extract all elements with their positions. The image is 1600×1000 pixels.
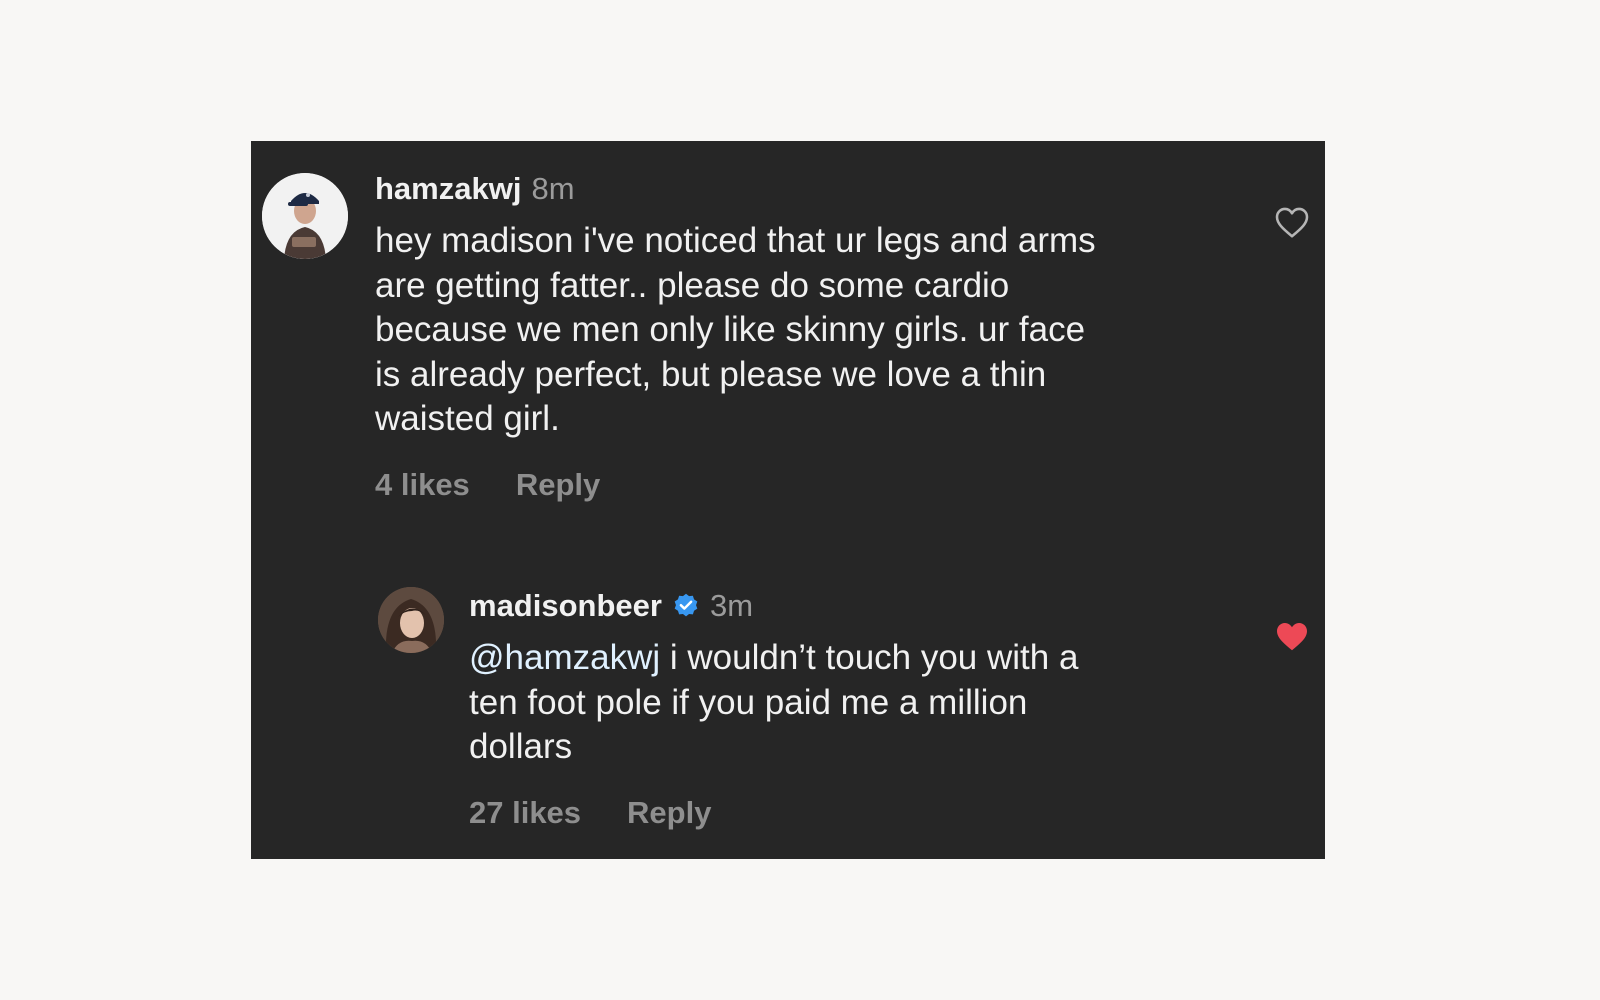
heart-outline-icon[interactable] — [1274, 205, 1310, 244]
reply-text: @hamzakwj i wouldn’t touch you with a te… — [469, 636, 1209, 770]
verified-badge-icon — [672, 592, 700, 628]
timestamp: 8m — [531, 171, 575, 206]
username[interactable]: madisonbeer — [469, 588, 662, 623]
timestamp: 3m — [709, 588, 754, 623]
comment-line: hey madison i've noticed that ur legs an… — [375, 221, 1096, 260]
reply-header: madisonbeer 3m — [469, 588, 753, 628]
reply-line-text: i wouldn’t touch you with a — [660, 638, 1079, 677]
comment-actions: 4 likes Reply — [375, 467, 600, 503]
comment-header: hamzakwj 8m — [375, 171, 575, 207]
avatar-image — [262, 173, 348, 259]
reply-button[interactable]: Reply — [627, 795, 711, 830]
reply-actions: 27 likes Reply — [469, 795, 711, 831]
avatar[interactable] — [262, 173, 348, 259]
username[interactable]: hamzakwj — [375, 171, 521, 206]
comment-text: hey madison i've noticed that ur legs an… — [375, 219, 1225, 442]
comments-panel: hamzakwj 8m hey madison i've noticed that… — [251, 141, 1325, 859]
reply-line: ten foot pole if you paid me a million — [469, 682, 1028, 722]
comment-line: are getting fatter.. please do some card… — [375, 265, 1010, 305]
reply-line: dollars — [469, 727, 573, 766]
avatar[interactable] — [378, 587, 444, 653]
mention-link[interactable]: @hamzakwj — [469, 638, 660, 677]
avatar-image — [378, 587, 444, 653]
reply-button[interactable]: Reply — [516, 467, 600, 502]
heart-filled-icon[interactable] — [1274, 619, 1310, 658]
likes-count[interactable]: 4 likes — [375, 467, 470, 502]
reply-line: @hamzakwj i wouldn’t touch you with a — [469, 636, 1209, 681]
comment-line: because we men only like skinny girls. u… — [375, 310, 1086, 349]
comment-line: waisted girl. — [375, 399, 560, 438]
comment-line: is already perfect, but please we love a… — [375, 354, 1047, 394]
likes-count[interactable]: 27 likes — [469, 795, 581, 830]
